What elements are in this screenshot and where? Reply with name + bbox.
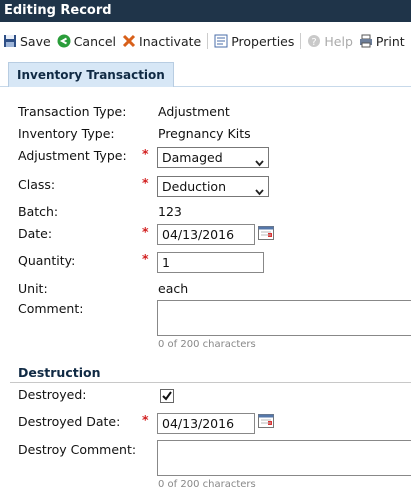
- toolbar-separator: [207, 33, 209, 49]
- chevron-down-icon: [255, 182, 264, 196]
- unit-label: Unit:: [18, 281, 48, 296]
- transaction-type-label: Transaction Type:: [18, 104, 127, 119]
- toolbar: Save Cancel Inactivate Properties ? Help…: [0, 30, 411, 52]
- class-select[interactable]: Deduction: [157, 176, 269, 197]
- transaction-type-value: Adjustment: [158, 104, 230, 119]
- floppy-disk-icon: [3, 34, 17, 48]
- help-button[interactable]: ? Help: [304, 34, 356, 49]
- batch-value: 123: [158, 204, 182, 219]
- help-label: Help: [324, 33, 353, 49]
- properties-button[interactable]: Properties: [211, 34, 297, 49]
- tab-inventory-transaction[interactable]: Inventory Transaction: [8, 62, 174, 87]
- print-label: Print: [375, 33, 405, 49]
- batch-label: Batch:: [18, 204, 59, 219]
- destroyed-date-input[interactable]: 04/13/2016: [157, 413, 255, 434]
- inactivate-button[interactable]: Inactivate: [119, 34, 204, 49]
- unit-value: each: [158, 281, 189, 296]
- comment-label: Comment:: [18, 301, 84, 316]
- date-input[interactable]: 04/13/2016: [157, 224, 255, 245]
- destruction-heading: Destruction: [18, 365, 101, 380]
- adjustment-type-select[interactable]: Damaged: [157, 147, 269, 168]
- toolbar-separator: [300, 33, 302, 49]
- inventory-type-label: Inventory Type:: [18, 126, 115, 141]
- required-marker: *: [142, 224, 149, 239]
- class-value: Deduction: [162, 179, 226, 194]
- calendar-icon[interactable]: [258, 413, 274, 428]
- inventory-type-value: Pregnancy Kits: [158, 126, 251, 141]
- properties-label: Properties: [231, 33, 295, 49]
- section-divider: [10, 382, 411, 383]
- save-label: Save: [20, 33, 51, 49]
- required-marker: *: [142, 251, 149, 266]
- comment-textarea[interactable]: [157, 300, 411, 336]
- svg-text:?: ?: [312, 37, 317, 48]
- checkmark-icon: [162, 391, 172, 401]
- x-icon: [122, 34, 136, 48]
- adjustment-type-value: Damaged: [162, 150, 223, 165]
- comment-char-counter: 0 of 200 characters: [158, 339, 256, 350]
- help-icon: ?: [307, 34, 321, 48]
- quantity-label: Quantity:: [18, 253, 76, 268]
- chevron-down-icon: [255, 153, 264, 167]
- destroyed-date-label: Destroyed Date:: [18, 414, 121, 429]
- window-title: Editing Record: [0, 0, 411, 22]
- calendar-icon[interactable]: [258, 225, 274, 240]
- date-label: Date:: [18, 226, 53, 241]
- save-button[interactable]: Save: [0, 34, 54, 49]
- inactivate-label: Inactivate: [139, 33, 202, 49]
- required-marker: *: [142, 175, 149, 190]
- quantity-input[interactable]: 1: [157, 252, 264, 273]
- destroy-comment-textarea[interactable]: [157, 440, 411, 476]
- destroyed-checkbox[interactable]: [160, 389, 174, 403]
- print-button[interactable]: Print: [356, 34, 408, 49]
- required-marker: *: [142, 412, 149, 427]
- cancel-label: Cancel: [73, 33, 117, 49]
- cancel-button[interactable]: Cancel: [54, 34, 119, 49]
- adjustment-type-label: Adjustment Type:: [18, 148, 127, 163]
- properties-icon: [214, 34, 228, 48]
- circle-arrow-icon: [57, 34, 71, 48]
- printer-icon: [359, 34, 373, 48]
- tab-strip: Inventory Transaction: [0, 60, 411, 87]
- destroyed-label: Destroyed:: [18, 387, 87, 402]
- destroy-comment-char-counter: 0 of 200 characters: [158, 479, 256, 490]
- required-marker: *: [142, 146, 149, 161]
- destroy-comment-label: Destroy Comment:: [18, 442, 137, 457]
- class-label: Class:: [18, 177, 56, 192]
